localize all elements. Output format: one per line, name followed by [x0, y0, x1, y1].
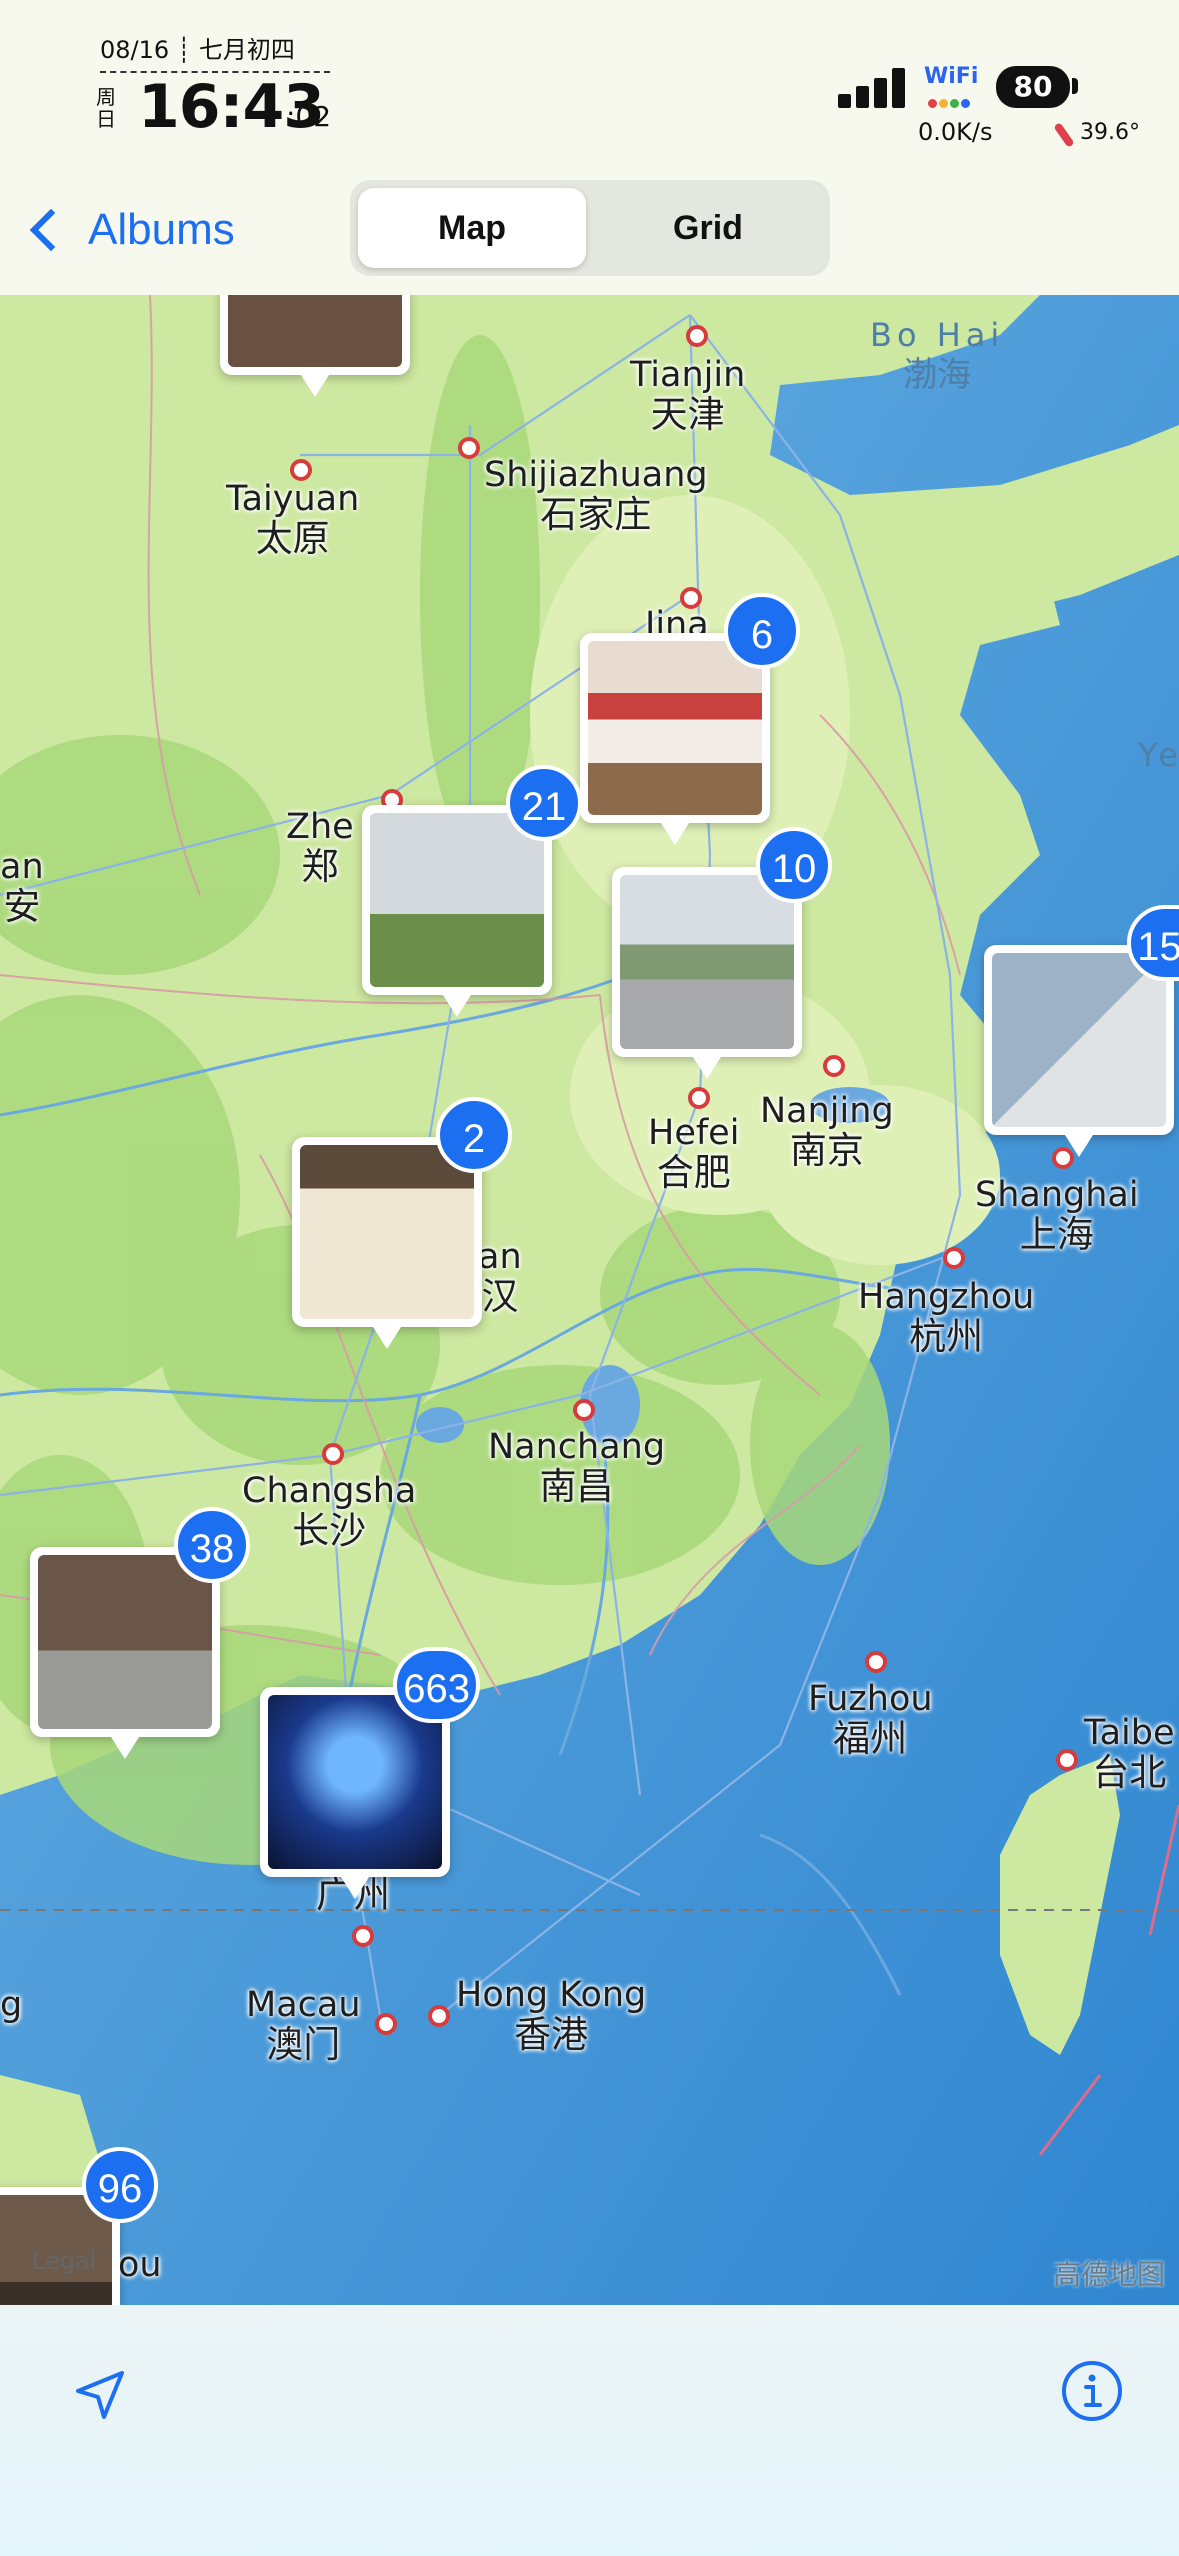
segment-map[interactable]: Map	[358, 188, 586, 268]
city-marker	[290, 459, 312, 481]
photo-thumbnail	[992, 953, 1166, 1127]
city-marker	[375, 2013, 397, 2035]
photo-thumbnail	[588, 641, 762, 815]
battery-tip	[1072, 78, 1078, 94]
city-label: Shanghai 上海	[975, 1175, 1139, 1256]
city-label: Hangzhou 杭州	[858, 1277, 1035, 1358]
photo-thumbnail	[228, 295, 402, 367]
back-button-label: Albums	[88, 205, 235, 254]
status-date: 08/16 ┊ 七月初四	[100, 30, 330, 73]
city-label: Zhe 郑	[286, 807, 354, 888]
wifi-strength-indicator	[928, 93, 978, 108]
city-label: Hong Kong 香港	[456, 1975, 647, 2056]
cluster-pointer	[693, 1057, 721, 1079]
cluster-pointer	[341, 1877, 369, 1899]
city-label: Fuzhou 福州	[808, 1679, 933, 1760]
photo-thumbnail	[620, 875, 794, 1049]
photo-thumbnail	[370, 813, 544, 987]
city-label: an 安	[0, 847, 44, 928]
city-marker	[352, 1925, 374, 1947]
city-marker	[322, 1443, 344, 1465]
photo-thumbnail	[38, 1555, 212, 1729]
cluster-pointer	[111, 1737, 139, 1759]
map-attribution: 高德地图	[1052, 2258, 1165, 2291]
photo-cluster[interactable]: 38	[30, 1507, 250, 1759]
city-marker	[573, 1399, 595, 1421]
city-marker	[1056, 1749, 1078, 1771]
battery-icon: 80	[996, 66, 1070, 108]
city-label: Macau 澳门	[246, 1985, 361, 2066]
status-bar: 08/16 ┊ 七月初四 周日 16:43 :02 WiFi 80 0.0K/s…	[0, 0, 1179, 175]
photo-cluster[interactable]: 10	[612, 827, 832, 1079]
status-weekday: 周日	[96, 85, 116, 131]
city-label: Nanchang 南昌	[488, 1427, 666, 1508]
cluster-pointer	[661, 823, 689, 845]
thermometer-icon	[1053, 122, 1075, 148]
city-label: Tianjin 天津	[630, 355, 746, 436]
photo-thumbnail	[300, 1145, 474, 1319]
cluster-count-badge: 10	[756, 827, 832, 903]
city-label: Hefei 合肥	[648, 1113, 740, 1194]
segment-grid[interactable]: Grid	[594, 188, 822, 268]
cluster-count-badge: 663	[393, 1647, 480, 1723]
info-icon[interactable]	[1060, 2359, 1124, 2423]
sea-label-bohai: Bo Hai 渤海	[870, 316, 1005, 395]
cluster-count-badge: 38	[174, 1507, 250, 1583]
view-segmented-control: Map Grid	[350, 180, 830, 276]
city-label: Shijiazhuang 石家庄	[484, 455, 708, 536]
cluster-count-badge: 96	[82, 2147, 158, 2223]
photo-cluster[interactable]	[220, 295, 410, 397]
cluster-count-badge: 21	[506, 765, 582, 841]
legal-link[interactable]: Legal	[32, 2247, 96, 2275]
status-seconds: :02	[286, 100, 332, 133]
cluster-pointer	[1065, 1135, 1093, 1157]
cluster-pointer	[301, 375, 329, 397]
photo-cluster[interactable]: 152	[984, 905, 1179, 1157]
city-marker	[686, 325, 708, 347]
chevron-left-icon	[29, 208, 73, 252]
city-marker	[823, 1055, 845, 1077]
wifi-icon: WiFi	[924, 64, 979, 89]
city-label: Changsha 长沙	[242, 1471, 417, 1552]
city-label: Taiyuan 太原	[226, 479, 360, 560]
photo-thumbnail	[268, 1695, 442, 1869]
photo-cluster[interactable]: 96	[0, 2147, 158, 2305]
location-arrow-icon[interactable]	[70, 2365, 130, 2425]
cluster-count-badge: 2	[436, 1097, 512, 1173]
photo-cluster[interactable]: 2	[292, 1097, 512, 1349]
cluster-pointer	[373, 1327, 401, 1349]
sea-label-yellow-sea: Ye	[1138, 736, 1179, 774]
photo-cluster[interactable]: 663	[260, 1647, 480, 1899]
back-button[interactable]: Albums	[20, 195, 235, 265]
city-marker	[458, 437, 480, 459]
photo-cluster[interactable]: 6	[580, 593, 800, 845]
city-marker	[943, 1247, 965, 1269]
city-label: an 汉	[478, 1237, 522, 1318]
city-marker	[428, 2005, 450, 2027]
photo-cluster[interactable]: 21	[362, 765, 582, 1017]
photo-map[interactable]: Bo Hai 渤海 Ye Tianjin 天津 Shijiazhuang 石家庄 Ta…	[0, 295, 1179, 2305]
bottom-toolbar	[0, 2305, 1179, 2556]
network-speed: 0.0K/s	[918, 118, 993, 146]
city-label: Nanjing 南京	[760, 1091, 894, 1172]
cellular-signal-icon	[838, 68, 910, 108]
temperature: 39.6°	[1080, 120, 1140, 145]
city-marker	[865, 1651, 887, 1673]
city-label: Taibe 台北	[1084, 1713, 1175, 1794]
cluster-pointer	[443, 995, 471, 1017]
cluster-count-badge: 6	[724, 593, 800, 669]
city-marker	[688, 1087, 710, 1109]
city-label: g	[0, 1985, 23, 2025]
city-label: ou	[118, 2245, 162, 2285]
